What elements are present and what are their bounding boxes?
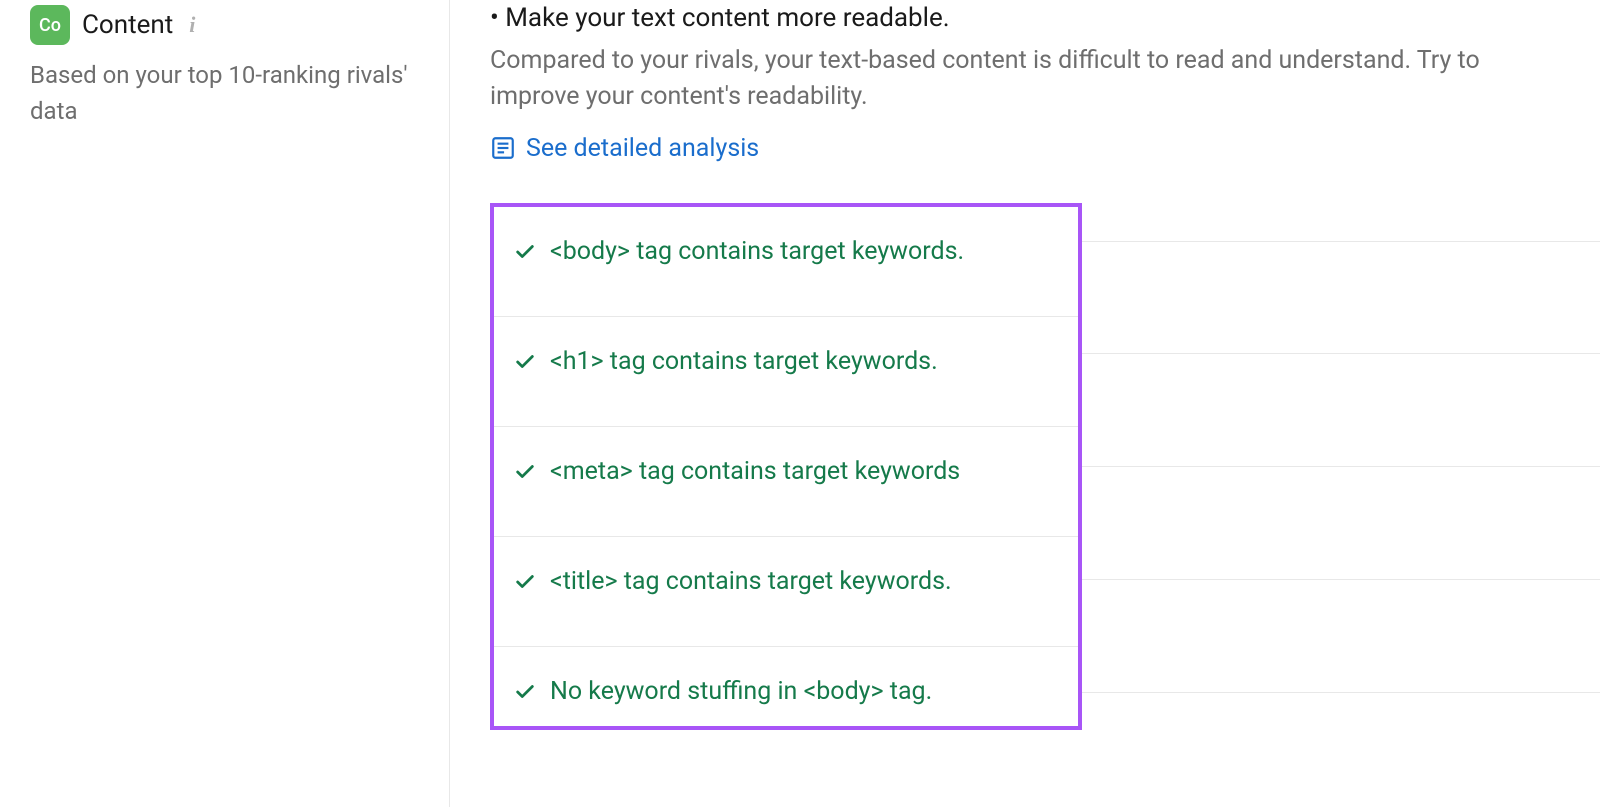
recommendation-title: Make your text content more readable. (490, 3, 1560, 33)
sidebar-header: Co Content i (30, 5, 419, 45)
see-detailed-analysis-label: See detailed analysis (526, 134, 759, 163)
check-item: <title> tag contains target keywords. (494, 537, 1078, 647)
check-icon (514, 681, 536, 703)
check-icon (514, 351, 536, 373)
see-detailed-analysis-link[interactable]: See detailed analysis (490, 134, 759, 163)
sidebar: Co Content i Based on your top 10-rankin… (0, 0, 450, 807)
check-icon (514, 241, 536, 263)
detailed-analysis-icon (490, 135, 516, 161)
check-item-label: No keyword stuffing in <body> tag. (550, 677, 932, 706)
info-icon[interactable]: i (189, 12, 195, 38)
check-item: No keyword stuffing in <body> tag. (494, 647, 1078, 726)
check-item-label: <title> tag contains target keywords. (550, 567, 952, 596)
check-icon (514, 461, 536, 483)
check-item-label: <h1> tag contains target keywords. (550, 347, 938, 376)
sidebar-description: Based on your top 10-ranking rivals' dat… (30, 57, 419, 129)
sidebar-title: Content (82, 10, 173, 40)
recommendation-block: Make your text content more readable. Co… (490, 0, 1560, 165)
check-item: <meta> tag contains target keywords (494, 427, 1078, 537)
check-item-label: <meta> tag contains target keywords (550, 457, 960, 486)
recommendation-description: Compared to your rivals, your text-based… (490, 43, 1560, 116)
check-list: <body> tag contains target keywords. <h1… (490, 203, 1082, 730)
check-item: <h1> tag contains target keywords. (494, 317, 1078, 427)
content-badge-icon: Co (30, 5, 70, 45)
check-item: <body> tag contains target keywords. (494, 207, 1078, 317)
check-icon (514, 571, 536, 593)
check-item-label: <body> tag contains target keywords. (550, 237, 964, 266)
main-content: Make your text content more readable. Co… (450, 0, 1600, 807)
